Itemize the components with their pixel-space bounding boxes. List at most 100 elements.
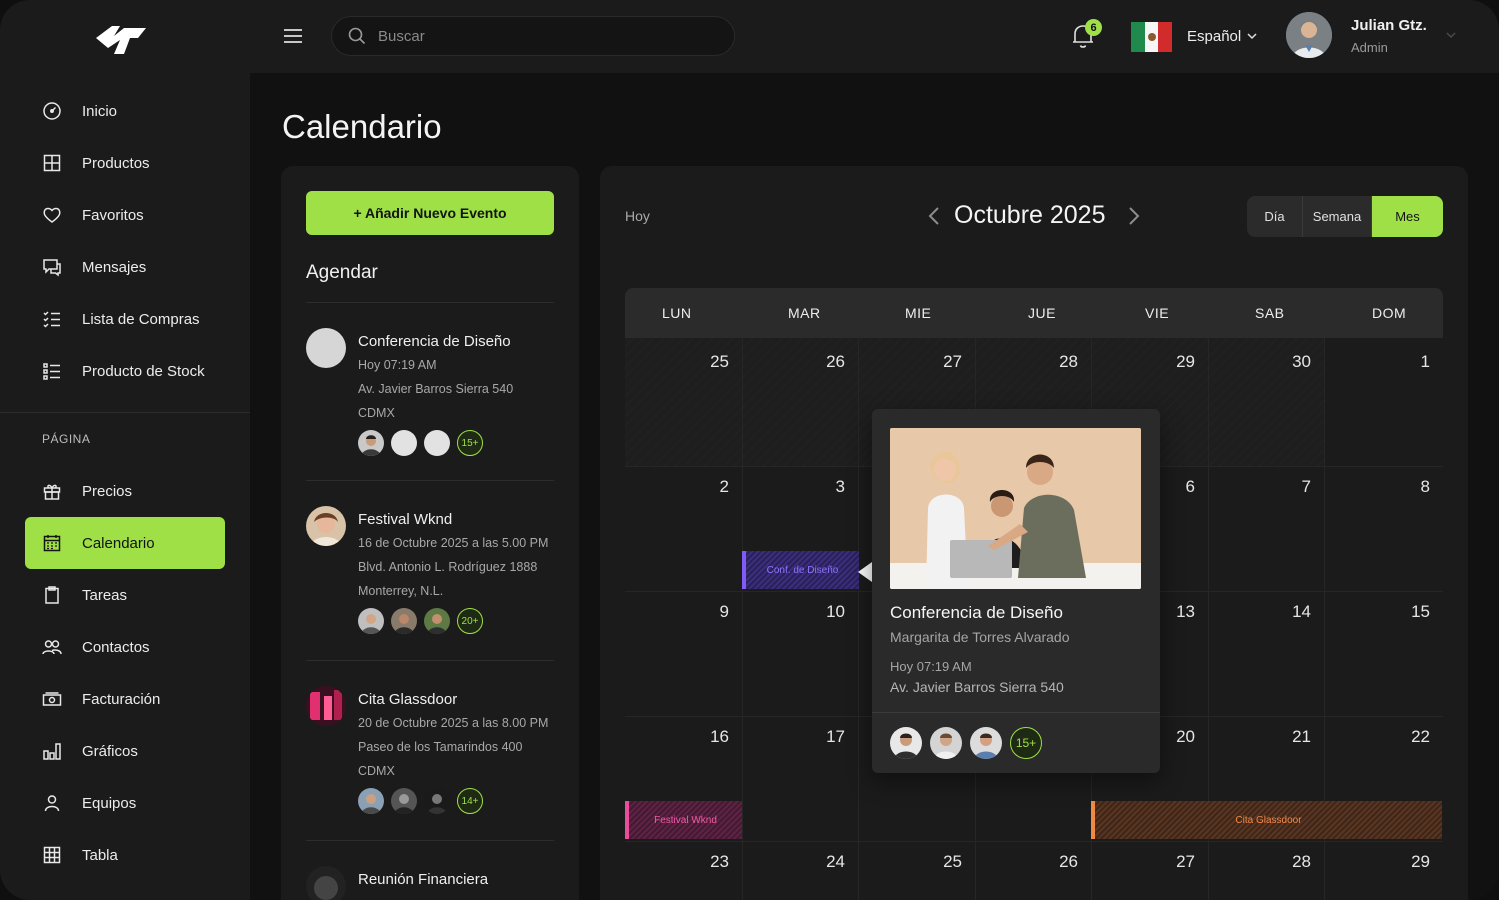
day-number[interactable]: 20 bbox=[1155, 727, 1195, 747]
mexico-flag-icon[interactable] bbox=[1131, 22, 1173, 52]
view-week-button[interactable]: Semana bbox=[1303, 196, 1372, 237]
table-icon bbox=[43, 846, 61, 864]
user-name: Julian Gtz. bbox=[1351, 17, 1427, 34]
sidebar-item-favoritos[interactable]: Favoritos bbox=[25, 189, 225, 241]
day-number[interactable]: 8 bbox=[1390, 477, 1430, 497]
event-time: 16 de Octubre 2025 a las 5.00 PM bbox=[358, 536, 549, 550]
chevron-right-icon[interactable] bbox=[1127, 206, 1141, 226]
day-number[interactable]: 29 bbox=[1155, 352, 1195, 372]
day-number[interactable]: 26 bbox=[1038, 852, 1078, 872]
sidebar-divider bbox=[0, 412, 250, 413]
day-number[interactable]: 30 bbox=[1271, 352, 1311, 372]
grid-icon bbox=[43, 154, 61, 172]
event-bar-conferencia[interactable]: Conf. de Diseño bbox=[742, 551, 859, 589]
attendee-avatar bbox=[970, 727, 1002, 759]
sidebar-item-lista-compras[interactable]: Lista de Compras bbox=[25, 293, 225, 345]
view-day-button[interactable]: Día bbox=[1247, 196, 1303, 237]
day-number[interactable]: 17 bbox=[805, 727, 845, 747]
popover-title: Conferencia de Diseño bbox=[890, 603, 1063, 622]
popover-arrow bbox=[858, 562, 872, 582]
sidebar-item-mensajes[interactable]: Mensajes bbox=[25, 241, 225, 293]
sidebar-item-graficos[interactable]: Gráficos bbox=[25, 725, 225, 777]
page-title: Calendario bbox=[282, 108, 442, 145]
event-image bbox=[890, 428, 1141, 589]
menu-icon[interactable] bbox=[283, 27, 303, 45]
attendee-avatar bbox=[424, 788, 450, 814]
topbar: 6 Español Julian Gtz. Admin bbox=[250, 0, 1499, 73]
notification-badge: 6 bbox=[1085, 19, 1102, 36]
chevron-left-icon[interactable] bbox=[927, 206, 941, 226]
sidebar-item-inicio[interactable]: Inicio bbox=[25, 85, 225, 137]
event-city: CDMX bbox=[358, 764, 395, 778]
weekday-label: MAR bbox=[788, 305, 821, 321]
sidebar-item-tabla[interactable]: Tabla bbox=[25, 829, 225, 881]
attendee-count-badge: 14+ bbox=[457, 788, 483, 814]
day-number[interactable]: 9 bbox=[689, 602, 729, 622]
day-number[interactable]: 23 bbox=[689, 852, 729, 872]
weekday-header: LUN MAR MIE JUE VIE SAB DOM bbox=[625, 288, 1443, 338]
search-input[interactable] bbox=[378, 27, 698, 45]
sidebar-item-contactos[interactable]: Contactos bbox=[25, 621, 225, 673]
popover-time: Hoy 07:19 AM bbox=[890, 659, 972, 674]
agenda-title: Agendar bbox=[306, 262, 378, 283]
event-address: Blvd. Antonio L. Rodríguez 1888 bbox=[358, 560, 538, 574]
sidebar-item-calendario[interactable]: Calendario bbox=[25, 517, 225, 569]
day-number[interactable]: 16 bbox=[689, 727, 729, 747]
sidebar-item-label: Inicio bbox=[82, 102, 118, 120]
day-number[interactable]: 26 bbox=[805, 352, 845, 372]
weekday-label: VIE bbox=[1145, 305, 1170, 321]
sidebar-item-tareas[interactable]: Tareas bbox=[25, 569, 225, 621]
sidebar-item-label: Lista de Compras bbox=[82, 310, 200, 328]
sidebar-item-precios[interactable]: Precios bbox=[25, 465, 225, 517]
weekday-label: SAB bbox=[1255, 305, 1285, 321]
day-number[interactable]: 25 bbox=[922, 852, 962, 872]
day-number[interactable]: 6 bbox=[1155, 477, 1195, 497]
attendee-avatar bbox=[358, 608, 384, 634]
language-selector[interactable]: Español bbox=[1187, 28, 1257, 45]
sidebar-item-label: Facturación bbox=[82, 690, 161, 708]
sidebar-item-label: Gráficos bbox=[82, 742, 138, 760]
day-number[interactable]: 1 bbox=[1390, 352, 1430, 372]
day-number[interactable]: 2 bbox=[689, 477, 729, 497]
day-number[interactable]: 22 bbox=[1390, 727, 1430, 747]
day-number[interactable]: 14 bbox=[1271, 602, 1311, 622]
day-number[interactable]: 28 bbox=[1038, 352, 1078, 372]
sidebar-item-producto-stock[interactable]: Producto de Stock bbox=[25, 345, 225, 397]
search-box[interactable] bbox=[331, 16, 735, 56]
divider bbox=[306, 840, 554, 841]
day-number[interactable]: 13 bbox=[1155, 602, 1195, 622]
day-number[interactable]: 24 bbox=[805, 852, 845, 872]
day-number[interactable]: 27 bbox=[1155, 852, 1195, 872]
day-number[interactable]: 7 bbox=[1271, 477, 1311, 497]
event-title: Conferencia de Diseño bbox=[358, 333, 511, 350]
event-bar-festival[interactable]: Festival Wknd bbox=[625, 801, 742, 839]
day-number[interactable]: 29 bbox=[1390, 852, 1430, 872]
chat-icon bbox=[43, 259, 61, 277]
day-number[interactable]: 15 bbox=[1390, 602, 1430, 622]
sidebar-item-facturacion[interactable]: Facturación bbox=[25, 673, 225, 725]
avatar[interactable] bbox=[1286, 12, 1332, 58]
sidebar-item-label: Contactos bbox=[82, 638, 150, 656]
day-number[interactable]: 10 bbox=[805, 602, 845, 622]
sidebar-item-label: Tabla bbox=[82, 846, 118, 864]
sidebar-item-label: Calendario bbox=[82, 534, 155, 552]
add-event-button[interactable]: + Añadir Nuevo Evento bbox=[306, 191, 554, 235]
attendee-avatar bbox=[930, 727, 962, 759]
day-number[interactable]: 3 bbox=[805, 477, 845, 497]
view-month-button[interactable]: Mes bbox=[1372, 196, 1443, 237]
dashboard-icon bbox=[43, 102, 61, 120]
chevron-down-icon[interactable] bbox=[1446, 32, 1456, 39]
day-number[interactable]: 27 bbox=[922, 352, 962, 372]
today-button[interactable]: Hoy bbox=[625, 208, 650, 224]
logo-icon[interactable] bbox=[94, 24, 148, 56]
user-icon bbox=[44, 795, 60, 812]
divider bbox=[306, 480, 554, 481]
day-number[interactable]: 25 bbox=[689, 352, 729, 372]
sidebar-item-productos[interactable]: Productos bbox=[25, 137, 225, 189]
sidebar-item-equipos[interactable]: Equipos bbox=[25, 777, 225, 829]
event-address: Av. Javier Barros Sierra 540 bbox=[358, 382, 514, 396]
main-nav: Inicio Productos Favoritos Mensajes List… bbox=[25, 85, 225, 397]
day-number[interactable]: 21 bbox=[1271, 727, 1311, 747]
day-number[interactable]: 28 bbox=[1271, 852, 1311, 872]
event-bar-cita[interactable]: Cita Glassdoor bbox=[1091, 801, 1442, 839]
